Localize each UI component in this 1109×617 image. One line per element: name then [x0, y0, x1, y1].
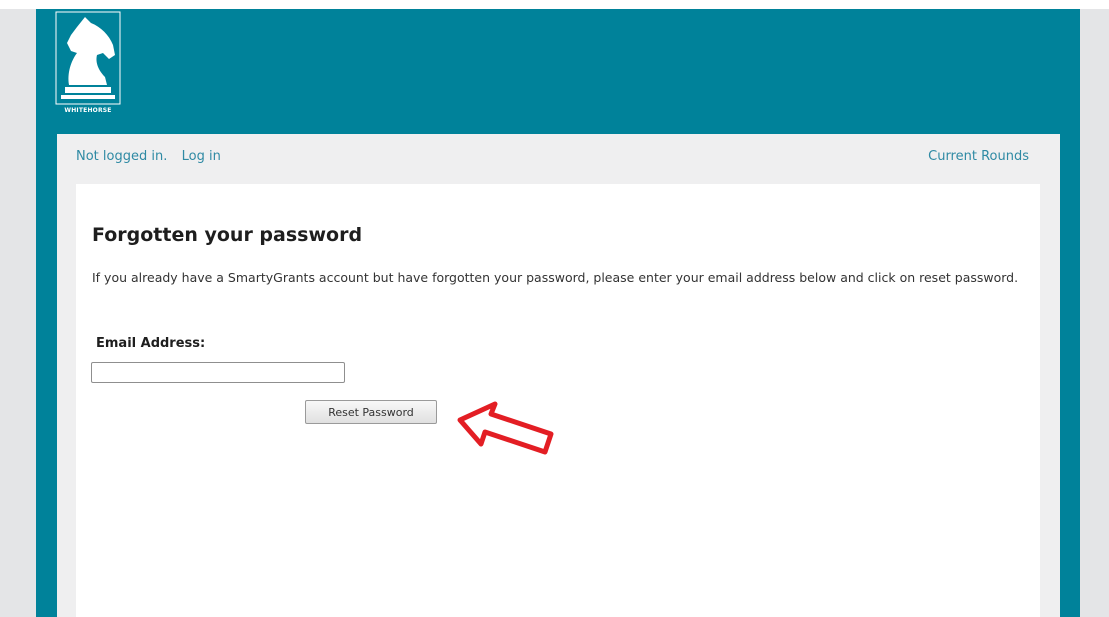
reset-password-button[interactable]: Reset Password — [305, 400, 437, 424]
current-rounds-link[interactable]: Current Rounds — [928, 149, 1029, 164]
login-status-bar: Not logged in. Log in — [76, 149, 221, 164]
horse-knight-icon — [55, 11, 121, 105]
email-label: Email Address: — [96, 336, 206, 351]
intro-text: If you already have a SmartyGrants accou… — [92, 270, 1019, 285]
login-link[interactable]: Log in — [182, 149, 221, 164]
logo-wordmark: WHITEHORSE — [64, 107, 112, 114]
arrow-pointing-left-icon — [457, 401, 554, 455]
login-status-text: Not logged in. — [76, 149, 168, 164]
whitehorse-logo[interactable]: WHITEHORSE — [55, 11, 121, 117]
window-top-strip — [0, 0, 1109, 9]
email-input[interactable] — [91, 362, 345, 383]
page-title: Forgotten your password — [92, 224, 363, 246]
